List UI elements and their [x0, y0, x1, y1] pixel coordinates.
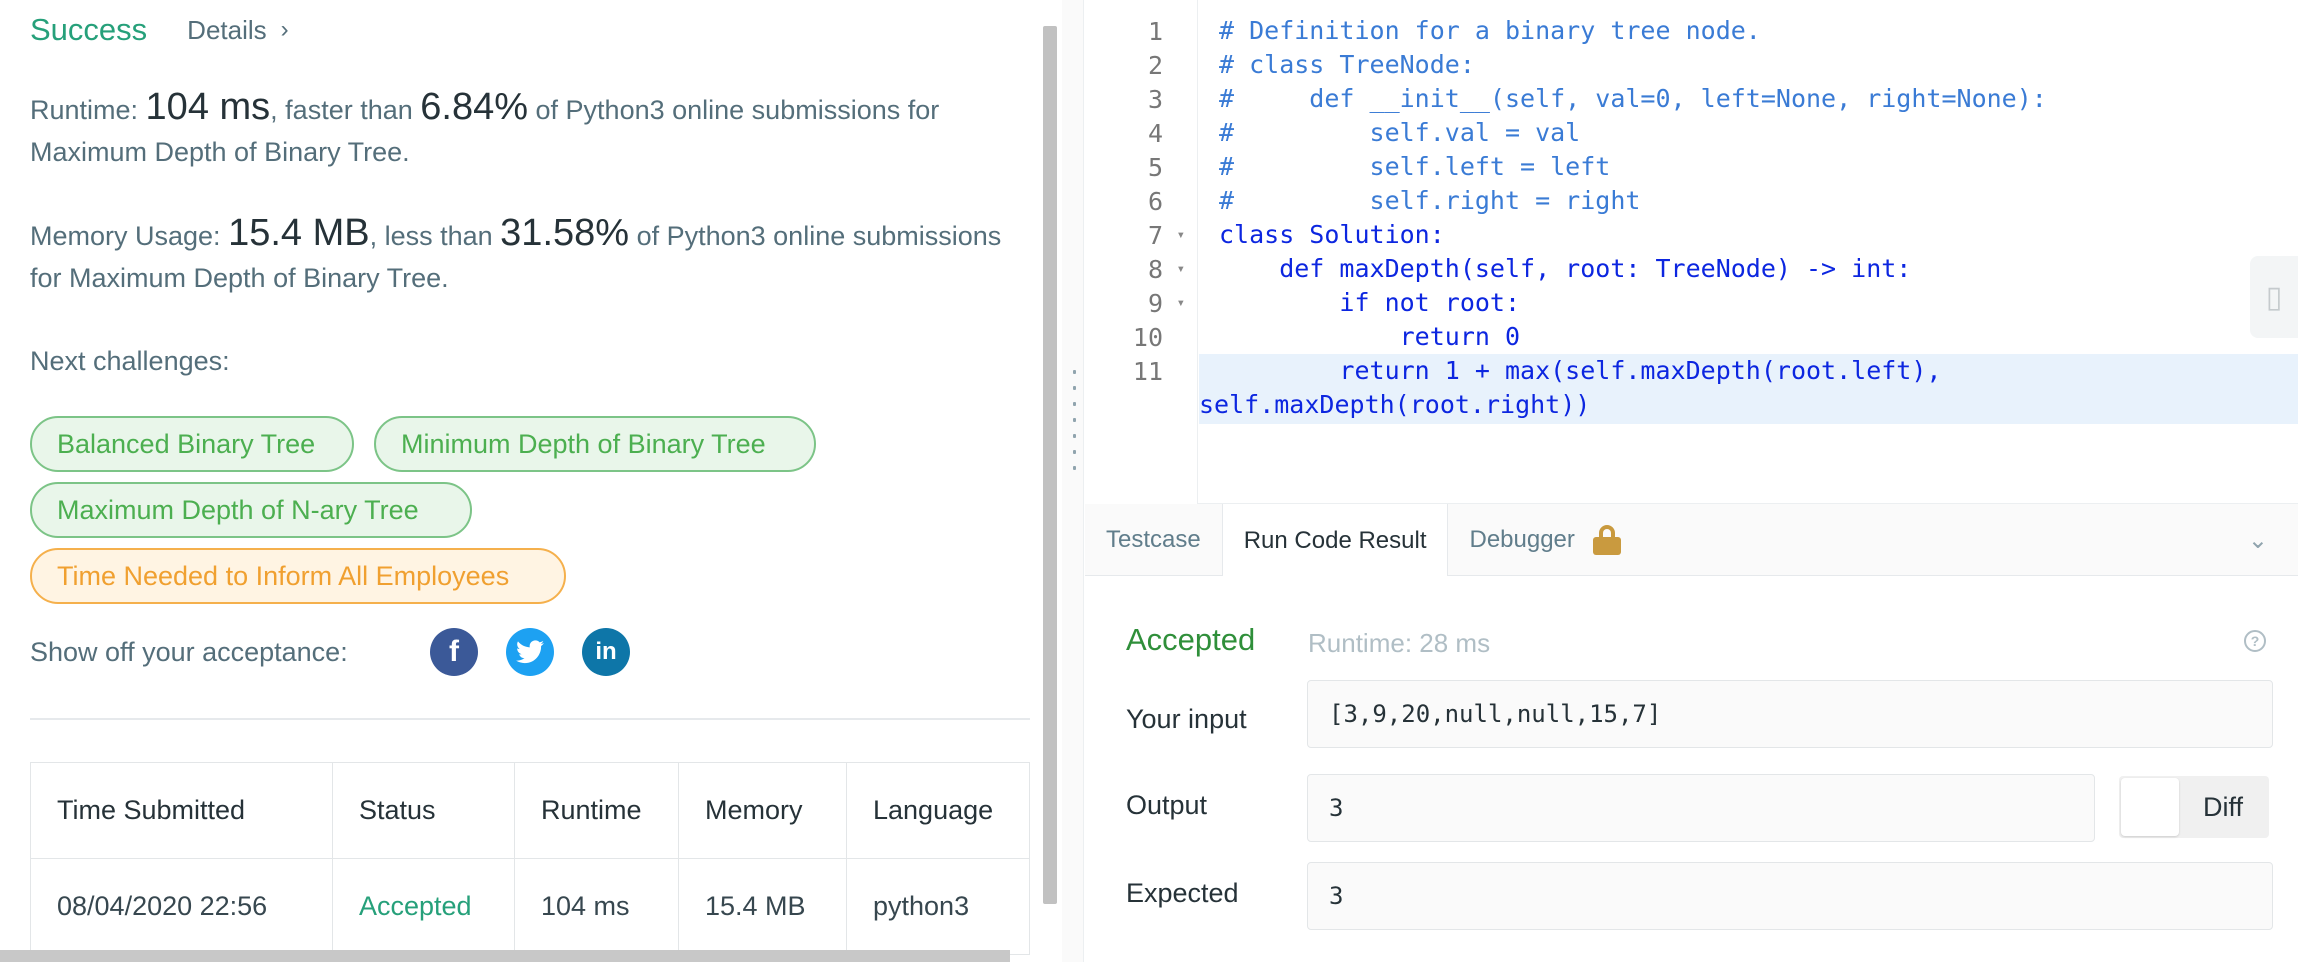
column-header: Status: [332, 762, 515, 859]
twitter-icon[interactable]: [506, 628, 554, 676]
table-cell: 104 ms: [514, 858, 679, 955]
tab-testcase[interactable]: Testcase: [1085, 504, 1222, 576]
details-label: Details: [187, 14, 267, 45]
divider: [30, 718, 1030, 720]
facebook-icon[interactable]: f: [430, 628, 478, 676]
memory-value: 15.4 MB: [228, 212, 370, 254]
column-header: Runtime: [514, 762, 679, 859]
run-result-panel: Accepted Runtime: 28 ms ? Your input [3,…: [1085, 576, 2298, 962]
line-number: 8 ▾: [1147, 254, 1185, 284]
line-gutter: 1 2 3 4 5 6 7 ▾ 8 ▾ 9 ▾ 10 11: [1085, 0, 1198, 504]
line-number: 4: [1147, 118, 1163, 148]
line-number: 11: [1132, 356, 1163, 386]
drag-handle-icon[interactable]: [1073, 370, 1077, 470]
line-number: 9 ▾: [1147, 288, 1185, 318]
column-header: Time Submitted: [30, 762, 333, 859]
code-line: if not root:: [1219, 288, 1521, 317]
challenge-chip[interactable]: Maximum Depth of N-ary Tree: [30, 482, 472, 538]
diff-toggle[interactable]: Diff: [2119, 776, 2269, 838]
lock-icon: [1592, 525, 1621, 555]
result-runtime: Runtime: 28 ms: [1308, 628, 1491, 658]
line-number: 5: [1147, 152, 1163, 182]
code-editor[interactable]: 1 2 3 4 5 6 7 ▾ 8 ▾ 9 ▾ 10 11 # Definition …: [1085, 0, 2298, 504]
challenge-chip[interactable]: Time Needed to Inform All Employees: [30, 548, 566, 604]
table-cell: 15.4 MB: [678, 858, 847, 955]
tab-run-code-result[interactable]: Run Code Result: [1221, 504, 1449, 577]
fold-icon[interactable]: ▾: [1163, 295, 1185, 311]
share-label: Show off your acceptance:: [30, 636, 348, 667]
table-cell: 08/04/2020 22:56: [30, 858, 333, 955]
table-cell: python3: [846, 858, 1030, 955]
success-status: Success: [30, 12, 148, 47]
notes-icon[interactable]: ▯: [2250, 256, 2298, 338]
code-line: class Solution:: [1219, 220, 1445, 249]
table-header-row: Time Submitted Status Runtime Memory Lan…: [30, 762, 1030, 859]
input-label: Your input: [1126, 704, 1247, 734]
submission-history-table: Time Submitted Status Runtime Memory Lan…: [30, 762, 1030, 955]
submission-panel: Success Details › Runtime: 104 ms, faste…: [0, 0, 1062, 962]
code-text[interactable]: # Definition for a binary tree node. # cl…: [1199, 14, 2047, 422]
runtime-value: 104 ms: [145, 86, 271, 128]
console-tabs: Testcase Run Code Result Debugger ⌄: [1085, 504, 2298, 577]
code-line: # Definition for a binary tree node.: [1219, 16, 1761, 45]
line-number: 1: [1147, 16, 1163, 46]
tab-debugger[interactable]: Debugger: [1448, 504, 1641, 576]
output-value-box: 3: [1307, 774, 2095, 842]
code-line: return 0: [1219, 322, 1521, 351]
runtime-mid: , faster than: [270, 95, 421, 125]
output-label: Output: [1126, 790, 1208, 820]
code-line: return 1 + max(self.maxDepth(root.left),: [1219, 356, 1942, 385]
status-link[interactable]: Accepted: [332, 858, 515, 955]
submission-header: Success Details ›: [30, 10, 289, 50]
next-challenges-label: Next challenges:: [30, 346, 230, 376]
code-line: self.maxDepth(root.right)): [1199, 390, 1591, 419]
linkedin-icon[interactable]: in: [582, 628, 630, 676]
line-number: 2: [1147, 50, 1163, 80]
line-number: 3: [1147, 84, 1163, 114]
fold-icon[interactable]: ▾: [1163, 261, 1185, 277]
code-line: # self.val = val: [1219, 118, 1581, 147]
runtime-percent: 6.84%: [420, 86, 529, 128]
code-line: # self.left = left: [1219, 152, 1611, 181]
details-link[interactable]: Details ›: [187, 15, 288, 46]
vertical-scrollbar[interactable]: [1043, 26, 1057, 904]
column-header: Language: [846, 762, 1030, 859]
challenge-chip[interactable]: Balanced Binary Tree: [30, 416, 354, 472]
expected-value-box: 3: [1307, 862, 2273, 930]
line-number: 7 ▾: [1147, 220, 1185, 250]
input-value-box: [3,9,20,null,null,15,7]: [1307, 680, 2273, 748]
runtime-stat: Runtime: 104 ms, faster than 6.84% of Py…: [30, 86, 1030, 173]
horizontal-scrollbar[interactable]: [0, 950, 1010, 962]
result-status: Accepted: [1126, 622, 1256, 657]
memory-percent: 31.58%: [500, 212, 630, 254]
line-number: 6: [1147, 186, 1163, 216]
help-icon[interactable]: ?: [2244, 630, 2266, 652]
code-line: def maxDepth(self, root: TreeNode) -> in…: [1219, 254, 1912, 283]
chevron-down-icon[interactable]: ⌄: [2248, 526, 2268, 555]
chevron-right-icon: ›: [280, 16, 289, 43]
table-row[interactable]: 08/04/2020 22:56 Accepted 104 ms 15.4 MB…: [30, 858, 1030, 955]
app-window: Success Details › Runtime: 104 ms, faste…: [0, 0, 2298, 962]
share-row: Show off your acceptance: f in: [30, 626, 630, 678]
runtime-label: Runtime:: [30, 95, 146, 125]
code-line: # self.right = right: [1219, 186, 1641, 215]
diff-label: Diff: [2203, 791, 2244, 822]
tab-debugger-label: Debugger: [1469, 526, 1575, 553]
toggle-knob: [2121, 778, 2179, 836]
memory-label: Memory Usage:: [30, 221, 229, 251]
code-line: # class TreeNode:: [1219, 50, 1475, 79]
expected-label: Expected: [1126, 878, 1239, 908]
code-line: # def __init__(self, val=0, left=None, r…: [1219, 84, 2047, 113]
column-header: Memory: [678, 762, 847, 859]
memory-stat: Memory Usage: 15.4 MB, less than 31.58% …: [30, 212, 1030, 299]
panel-splitter[interactable]: [1062, 0, 1084, 962]
challenge-chip[interactable]: Minimum Depth of Binary Tree: [374, 416, 816, 472]
fold-icon[interactable]: ▾: [1163, 227, 1185, 243]
memory-mid: , less than: [369, 221, 501, 251]
line-number: 10: [1132, 322, 1163, 352]
